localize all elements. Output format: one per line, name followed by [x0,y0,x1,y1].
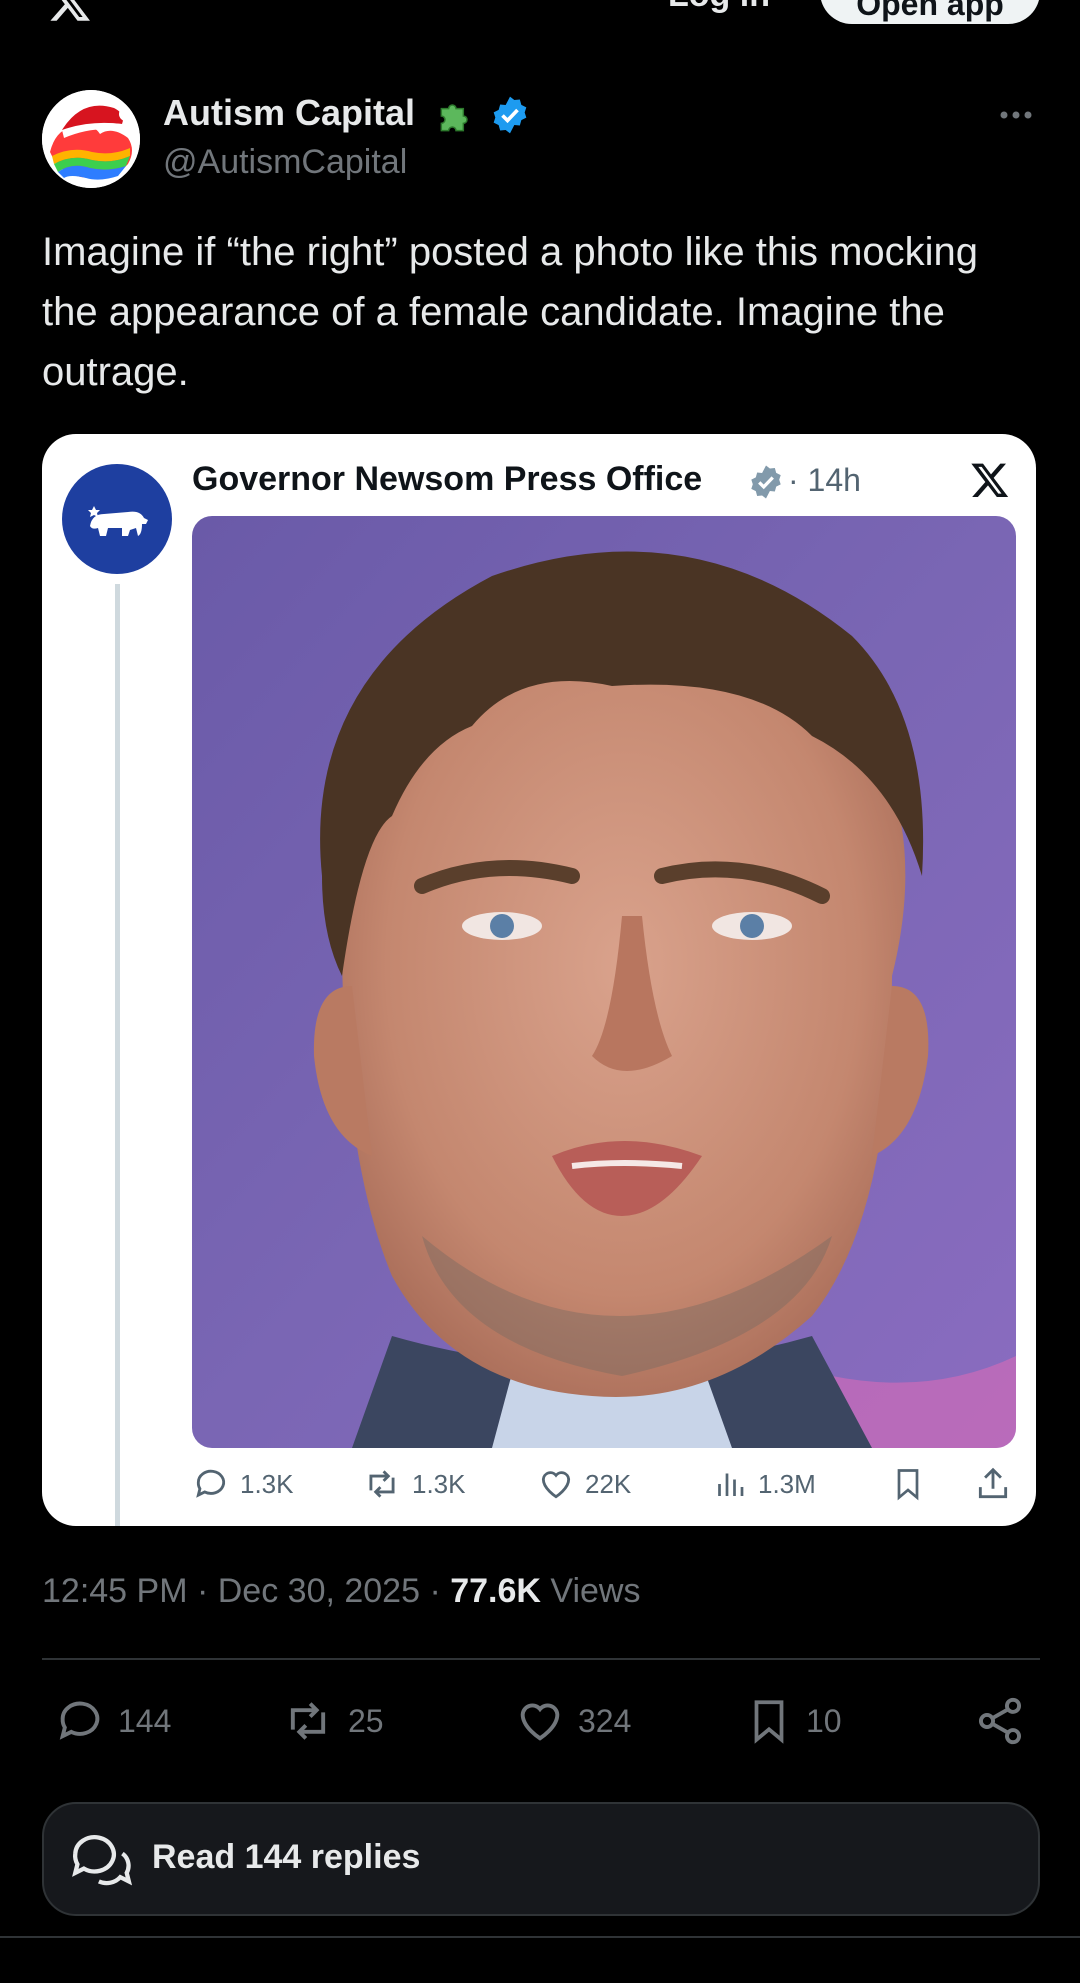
like-icon [541,1471,571,1499]
repost-button[interactable]: 25 [280,1694,384,1748]
thread-line [115,584,120,1526]
post-meta: 12:45 PM · Dec 30, 2025 · 77.6K Views [42,1572,640,1611]
like-count: 324 [578,1702,632,1739]
post-timestamp[interactable]: 12:45 PM · Dec 30, 2025 · [42,1572,450,1610]
quoted-avatar [62,464,172,574]
quoted-actions: 1.3K 1.3K 22K 1.3M [192,1462,1022,1506]
author-handle[interactable]: @AutismCapital [163,143,407,182]
quoted-reply: 1.3K [192,1462,294,1506]
bookmark-count: 10 [806,1702,842,1739]
x-logo-icon [971,463,1009,497]
divider [42,1658,1040,1660]
open-app-button[interactable]: Open app [820,0,1040,24]
divider [0,1936,1080,1938]
x-logo-icon[interactable] [44,0,96,24]
quoted-author: Governor Newsom Press Office [192,460,703,498]
read-replies-button[interactable]: Read 144 replies [42,1802,1040,1916]
bookmark-icon [897,1469,919,1501]
quoted-like-count: 22K [585,1468,632,1499]
share-icon [978,1467,1008,1499]
quoted-views-count: 1.3M [758,1468,816,1499]
login-link[interactable]: Log in [668,0,770,15]
bookmark-icon [754,1700,784,1744]
share-button[interactable] [974,1694,1038,1748]
chat-bubbles-icon [72,1835,133,1886]
reply-button[interactable]: 144 [54,1694,171,1748]
reply-icon [59,1701,100,1740]
quoted-reply-count: 1.3K [240,1468,294,1499]
verified-icon [493,96,527,134]
quoted-views: 1.3M [712,1462,816,1506]
avatar[interactable] [42,90,140,188]
quoted-post-image[interactable]: Governor Newsom Press Office · 14h 1.3K … [42,434,1036,1526]
quoted-time: · 14h [788,462,861,498]
quoted-like: 22K [537,1462,631,1506]
puzzle-icon [440,104,468,132]
more-icon[interactable] [996,100,1036,130]
repost-icon [290,1702,326,1740]
read-replies-label: Read 144 replies [152,1838,421,1876]
quoted-repost-count: 1.3K [412,1468,466,1499]
reply-count: 144 [118,1702,172,1739]
views-icon [718,1473,744,1496]
post-text: Imagine if “the right” posted a photo li… [42,230,979,394]
verified-icon [751,465,781,499]
views-label: Views [540,1572,641,1610]
repost-icon [369,1470,395,1498]
author-name[interactable]: Autism Capital [163,92,415,134]
like-icon [520,1703,560,1741]
bookmark-button[interactable]: 10 [744,1694,842,1748]
top-bar: Log in Open app [0,0,1080,30]
views-count: 77.6K [450,1572,541,1610]
share-icon [978,1697,1022,1745]
portrait-photo [192,516,1016,1448]
quoted-repost: 1.3K [362,1462,466,1506]
like-button[interactable]: 324 [514,1694,631,1748]
reply-icon [196,1469,226,1498]
repost-count: 25 [348,1702,384,1739]
